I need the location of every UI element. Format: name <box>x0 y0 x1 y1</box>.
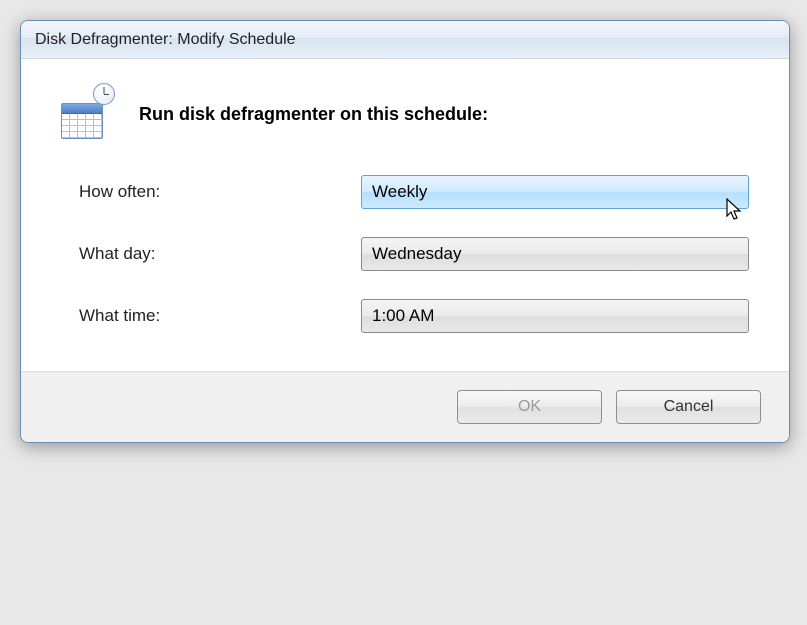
calendar-clock-icon <box>61 89 111 139</box>
dropdown-what-day[interactable]: Wednesday <box>361 237 749 271</box>
titlebar[interactable]: Disk Defragmenter: Modify Schedule <box>21 21 789 59</box>
row-how-often: How often: Weekly <box>61 175 749 209</box>
cancel-button[interactable]: Cancel <box>616 390 761 424</box>
dropdown-what-time-value: 1:00 AM <box>372 306 434 326</box>
row-what-day: What day: Wednesday <box>61 237 749 271</box>
dialog-content: Run disk defragmenter on this schedule: … <box>21 59 789 371</box>
ok-button[interactable]: OK <box>457 390 602 424</box>
window-title: Disk Defragmenter: Modify Schedule <box>35 31 296 49</box>
label-what-day: What day: <box>61 244 361 264</box>
header-row: Run disk defragmenter on this schedule: <box>61 89 749 139</box>
dialog-window: Disk Defragmenter: Modify Schedule Run d… <box>20 20 790 443</box>
dropdown-what-time[interactable]: 1:00 AM <box>361 299 749 333</box>
cursor-icon <box>726 198 746 224</box>
heading: Run disk defragmenter on this schedule: <box>139 104 488 125</box>
label-how-often: How often: <box>61 182 361 202</box>
dialog-footer: OK Cancel <box>21 371 789 442</box>
dropdown-what-day-value: Wednesday <box>372 244 461 264</box>
dropdown-how-often[interactable]: Weekly <box>361 175 749 209</box>
row-what-time: What time: 1:00 AM <box>61 299 749 333</box>
label-what-time: What time: <box>61 306 361 326</box>
dropdown-how-often-value: Weekly <box>372 182 427 202</box>
